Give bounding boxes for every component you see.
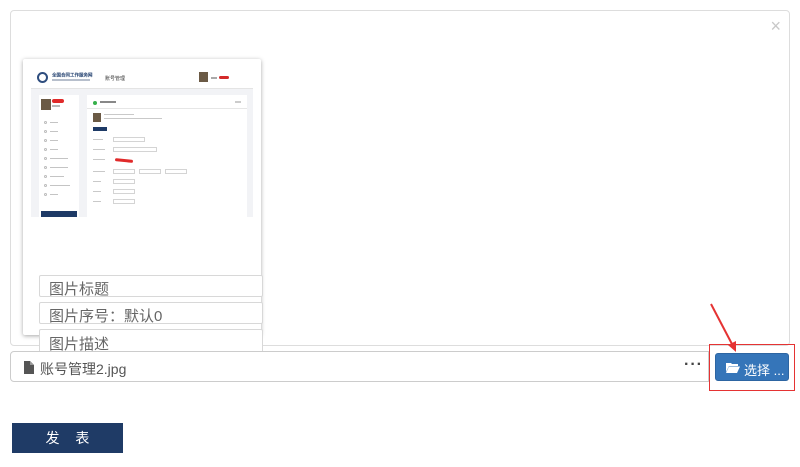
thumbnail-user-avatar [199,72,208,82]
thumbnail-menu-item [44,166,74,169]
publish-button-label: 发 表 [45,430,96,446]
thumbnail-field [113,189,135,194]
thumbnail-brand: 全国合同工作服务网 [52,72,93,79]
thumbnail-menu-item [44,121,74,124]
thumbnail-label-line [93,171,105,172]
thumbnail-logo [37,72,48,83]
choose-button-label: 选择 ... [744,363,785,378]
file-icon [24,361,34,374]
thumbnail-menu-item [44,139,74,142]
thumbnail-field [139,169,161,174]
thumbnail-field [113,147,157,152]
thumbnail-button [93,127,107,131]
thumbnail-redaction [114,158,134,163]
thumbnail-text-line [104,114,134,115]
thumbnail-nav-label: 账号管理 [105,76,126,82]
thumbnail-profile-avatar [93,113,101,122]
image-preview-card: 全国合同工作服务网 账号管理 图片标题 图片序号：默认0 图片描述 [23,59,263,373]
thumbnail-label-line [93,191,101,192]
image-order-input[interactable]: 图片序号：默认0 [39,302,263,325]
red-arrow-annotation [710,303,736,352]
thumbnail-status-dot [93,101,97,105]
thumbnail-brand-subtitle [52,79,90,81]
thumbnail-sidebar [39,95,79,217]
thumbnail-redaction [219,76,229,79]
thumbnail-heading-aside [235,101,241,103]
image-thumbnail: 全国合同工作服务网 账号管理 [31,67,253,217]
thumbnail-field [113,199,135,204]
thumbnail-menu-item [44,175,74,178]
thumbnail-menu-item [44,193,74,196]
thumbnail-field [165,169,187,174]
thumbnail-field [113,179,135,184]
thumbnail-label-line [93,201,101,202]
thumbnail-sidebar-text [52,105,60,107]
file-name-field[interactable]: 账号管理2.jpg ··· [10,351,709,382]
thumbnail-label-line [93,149,105,150]
thumbnail-label-line [93,181,101,182]
thumbnail-menu-item [44,184,74,187]
thumbnail-text-line [104,118,162,119]
image-preview-panel: × 全国合同工作服务网 账号管理 图片标题 图片序号：默认0 图片描述 [10,10,790,373]
thumbnail-divider [87,108,247,109]
close-icon[interactable]: × [770,17,781,35]
thumbnail-heading [100,101,116,103]
thumbnail-field [113,169,135,174]
thumbnail-redaction [52,99,64,103]
thumbnail-label-line [93,139,103,140]
thumbnail-user-text [211,77,217,79]
thumbnail-menu-item [44,148,74,151]
thumbnail-sidebar-avatar [41,99,51,110]
thumbnail-menu-item [44,157,74,160]
thumbnail-menu-item [44,130,74,133]
file-name: 账号管理2.jpg [40,361,127,377]
thumbnail-label-line [93,159,105,160]
publish-button[interactable]: 发 表 [12,423,123,453]
folder-open-icon [726,363,740,373]
thumbnail-main-content [87,95,247,217]
thumbnail-field [113,137,145,142]
thumbnail-header: 全国合同工作服务网 账号管理 [31,67,253,89]
image-title-input[interactable]: 图片标题 [39,275,263,298]
thumbnail-active-menu-item [41,211,77,217]
